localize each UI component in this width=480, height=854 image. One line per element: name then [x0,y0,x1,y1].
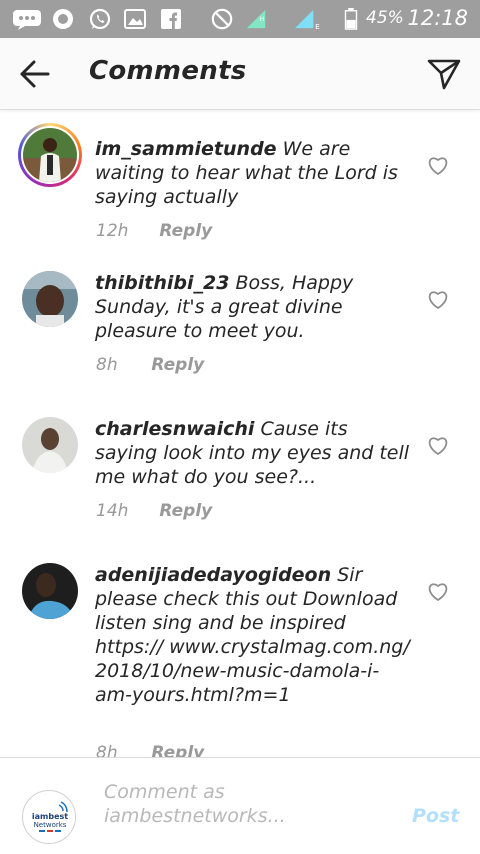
comment-meta: 12h Reply [96,221,212,241]
record-icon [53,9,73,29]
comment-composer: iambest Networks Comment as iambestnetwo… [0,757,480,854]
avatar[interactable] [18,123,82,187]
comment-text: adenijiadedayogideon Sir please check th… [95,563,415,707]
comment-text: im_sammietunde We are waiting to hear wh… [95,137,415,209]
facebook-icon [161,9,181,29]
comment-meta: 8h Reply [96,743,204,757]
like-heart-icon[interactable] [427,582,449,602]
comment-username[interactable]: thibithibi_23 [95,272,229,294]
clock: 12:18 [407,6,468,30]
top-app-bar: Comments [0,38,480,110]
profile-photo [22,417,78,473]
comment-time: 14h [96,501,129,521]
iambest-networks-logo: iambest Networks [24,792,75,843]
comment-time: 12h [96,221,129,241]
status-bar: H E 45% 12:18 [0,0,480,38]
avatar[interactable] [22,563,78,619]
comment-username[interactable]: im_sammietunde [95,138,277,160]
signal-icon-2: E [295,9,320,30]
signal-icon: H [246,9,266,29]
back-arrow-icon[interactable] [18,58,52,90]
avatar[interactable] [22,271,78,327]
comment-meta: 14h Reply [96,501,212,521]
svg-text:iambest: iambest [32,812,68,821]
my-avatar[interactable]: iambest Networks [22,790,76,844]
svg-text:H: H [260,15,265,23]
reply-button[interactable]: Reply [159,221,212,241]
svg-text:Networks: Networks [34,821,67,829]
comment-username[interactable]: adenijiadedayogideon [95,564,331,586]
post-button[interactable]: Post [412,805,459,827]
comment-item: charlesnwaichi Cause its saying look int… [0,417,480,537]
svg-text:E: E [315,22,320,30]
profile-photo [23,128,77,182]
comment-text: thibithibi_23 Boss, Happy Sunday, it's a… [95,271,415,343]
do-not-disturb-icon [211,8,233,30]
gallery-icon [124,9,146,29]
comment-time: 8h [96,743,118,757]
comment-input-placeholder: Comment as iambestnetworks... [104,781,286,827]
page-title: Comments [89,56,247,86]
comments-list[interactable]: im_sammietunde We are waiting to hear wh… [0,111,480,757]
like-heart-icon[interactable] [427,156,449,176]
comment-username[interactable]: charlesnwaichi [95,418,254,440]
like-heart-icon[interactable] [427,436,449,456]
battery-icon [344,8,358,30]
comment-item: thibithibi_23 Boss, Happy Sunday, it's a… [0,271,480,391]
send-direct-icon[interactable] [426,56,462,92]
reply-button[interactable]: Reply [159,501,212,521]
reply-button[interactable]: Reply [151,743,204,757]
comment-item: im_sammietunde We are waiting to hear wh… [0,123,480,243]
like-heart-icon[interactable] [427,290,449,310]
profile-photo [22,563,78,619]
battery-percent: 45% [366,8,404,28]
comment-item: adenijiadedayogideon Sir please check th… [0,563,480,757]
whatsapp-icon [89,8,111,30]
message-notification-icon [13,10,41,30]
comment-input[interactable]: Comment as iambestnetworks... [104,780,394,832]
comment-time: 8h [96,355,118,375]
comment-text: charlesnwaichi Cause its saying look int… [95,417,415,489]
reply-button[interactable]: Reply [151,355,204,375]
profile-photo [22,271,78,327]
comment-meta: 8h Reply [96,355,204,375]
avatar[interactable] [22,417,78,473]
